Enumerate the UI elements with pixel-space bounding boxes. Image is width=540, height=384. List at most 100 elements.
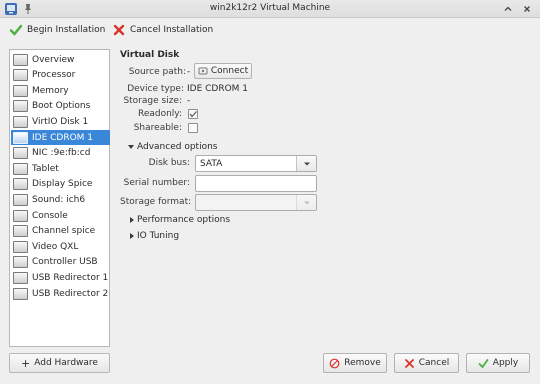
- apply-label: Apply: [492, 358, 519, 368]
- sidebar-item-label: USB Redirector 2: [32, 288, 109, 299]
- device-type-value: IDE CDROM 1: [187, 84, 249, 94]
- sidebar-item-label: Memory: [32, 85, 69, 96]
- cancel-button[interactable]: Cancel: [394, 353, 459, 373]
- remove-label: Remove: [344, 358, 381, 368]
- sidebar-item-label: IDE CDROM 1: [32, 132, 94, 143]
- apply-button[interactable]: Apply: [466, 353, 530, 373]
- disk-bus-value: SATA: [200, 158, 223, 169]
- dropdown-arrow-icon: [296, 195, 316, 210]
- window-title: win2k12r2 Virtual Machine: [209, 3, 331, 13]
- io-tuning-label: IO Tuning: [137, 231, 180, 241]
- sidebar-item[interactable]: Display Spice: [11, 177, 110, 192]
- shareable-checkbox[interactable]: [188, 123, 198, 133]
- device-details-panel: Virtual Disk Source path: - Connect Devi…: [120, 46, 530, 346]
- disk-bus-select[interactable]: SATA: [195, 155, 317, 172]
- sidebar-item-label: VirtIO Disk 1: [32, 116, 89, 127]
- sidebar-item-label: Channel spice: [32, 226, 96, 237]
- console-icon: [13, 209, 28, 222]
- source-path-label: Source path:: [128, 67, 186, 77]
- sidebar-item-label: USB Redirector 1: [32, 272, 109, 283]
- sound-icon: [13, 193, 28, 206]
- shareable-label: Shareable:: [133, 123, 182, 133]
- serial-number-label: Serial number:: [123, 178, 190, 188]
- sidebar-item[interactable]: Memory: [11, 83, 110, 98]
- cancel-installation-button[interactable]: Cancel Installation: [112, 22, 213, 38]
- nic-icon: [13, 147, 28, 160]
- sidebar-item[interactable]: USB Redirector 2: [11, 286, 110, 301]
- title-bar: win2k12r2 Virtual Machine: [0, 0, 540, 18]
- cancel-installation-label: Cancel Installation: [130, 25, 214, 35]
- sidebar-item[interactable]: Sound: ich6: [11, 192, 110, 207]
- sidebar-item[interactable]: NIC :9e:fb:cd: [11, 146, 110, 161]
- sidebar-item[interactable]: Overview: [11, 52, 110, 67]
- sidebar-item[interactable]: Processor: [11, 68, 110, 83]
- cpu-icon: [13, 69, 28, 82]
- cancel-label: Cancel: [418, 358, 450, 368]
- sidebar-item-label: Console: [32, 210, 68, 221]
- toolbar: Begin Installation Cancel Installation: [0, 18, 540, 42]
- hardware-list: Overview Processor Memory Boot Options VirtI…: [9, 49, 110, 347]
- advanced-options-expander[interactable]: Advanced options: [128, 142, 217, 152]
- advanced-options-label: Advanced options: [137, 142, 218, 152]
- sidebar-item[interactable]: USB Redirector 1: [11, 270, 110, 285]
- performance-options-expander[interactable]: Performance options: [130, 215, 230, 225]
- sidebar-item[interactable]: Video QXL: [11, 239, 110, 254]
- sidebar-item[interactable]: VirtIO Disk 1: [11, 114, 110, 129]
- sidebar-item[interactable]: Console: [11, 208, 110, 223]
- cancel-x-icon: [113, 24, 125, 36]
- cancel-x-icon: [404, 358, 414, 368]
- sidebar-item-label: Tablet: [32, 163, 59, 174]
- source-path-value: -: [187, 67, 191, 77]
- add-hardware-label: Add Hardware: [34, 358, 98, 368]
- sidebar-item-label: Processor: [32, 70, 76, 81]
- sidebar-item-label: Sound: ich6: [32, 194, 86, 205]
- storage-format-select[interactable]: [195, 194, 317, 211]
- readonly-checkbox[interactable]: [188, 109, 198, 119]
- begin-installation-label: Begin Installation: [27, 25, 106, 35]
- remove-button[interactable]: Remove: [323, 353, 387, 373]
- tablet-icon: [13, 162, 28, 175]
- usb-icon: [13, 287, 28, 300]
- remove-icon: [329, 358, 340, 368]
- boot-icon: [13, 100, 28, 113]
- overview-icon: [13, 53, 28, 66]
- usb-icon: [13, 271, 28, 284]
- add-hardware-button[interactable]: + Add Hardware: [9, 353, 110, 373]
- sidebar-item-label: Overview: [32, 54, 75, 65]
- checkmark-icon: [9, 24, 23, 36]
- dropdown-arrow-icon: [296, 156, 316, 171]
- sidebar-item-label: Boot Options: [32, 101, 91, 112]
- check-mark-icon: [189, 111, 197, 118]
- section-title: Virtual Disk: [120, 50, 180, 60]
- expander-right-icon: [130, 233, 134, 239]
- channel-icon: [13, 225, 28, 238]
- sidebar-item[interactable]: Boot Options: [11, 99, 110, 114]
- storage-format-label: Storage format:: [120, 197, 192, 207]
- vm-details-window: win2k12r2 Virtual Machine Begin Installa…: [0, 0, 540, 384]
- sidebar-item-label: Controller USB: [32, 257, 98, 268]
- sidebar-item[interactable]: IDE CDROM 1: [11, 130, 110, 145]
- sidebar-item-label: NIC :9e:fb:cd: [32, 148, 91, 159]
- controller-icon: [13, 256, 28, 269]
- chevron-up-icon[interactable]: [501, 2, 515, 16]
- plus-icon: +: [21, 356, 31, 370]
- device-type-label: Device type:: [127, 84, 184, 94]
- cdrom-icon: [13, 131, 28, 144]
- sidebar-item[interactable]: Channel spice: [11, 224, 110, 239]
- storage-size-label: Storage size:: [123, 96, 182, 106]
- sidebar-item[interactable]: Controller USB: [11, 255, 110, 270]
- expander-down-icon: [128, 145, 134, 149]
- sidebar-item[interactable]: Tablet: [11, 161, 110, 176]
- io-tuning-expander[interactable]: IO Tuning: [130, 231, 179, 241]
- expander-right-icon: [130, 217, 134, 223]
- close-icon[interactable]: [520, 2, 534, 16]
- readonly-label: Readonly:: [137, 109, 182, 119]
- connect-button[interactable]: Connect: [194, 63, 252, 79]
- checkmark-icon: [478, 358, 489, 368]
- disk-icon: [13, 115, 28, 128]
- serial-number-input[interactable]: [195, 175, 317, 192]
- disk-bus-label: Disk bus:: [148, 158, 190, 168]
- connect-icon: [198, 67, 208, 75]
- begin-installation-button[interactable]: Begin Installation: [9, 22, 105, 38]
- sidebar-item-label: Video QXL: [32, 241, 79, 252]
